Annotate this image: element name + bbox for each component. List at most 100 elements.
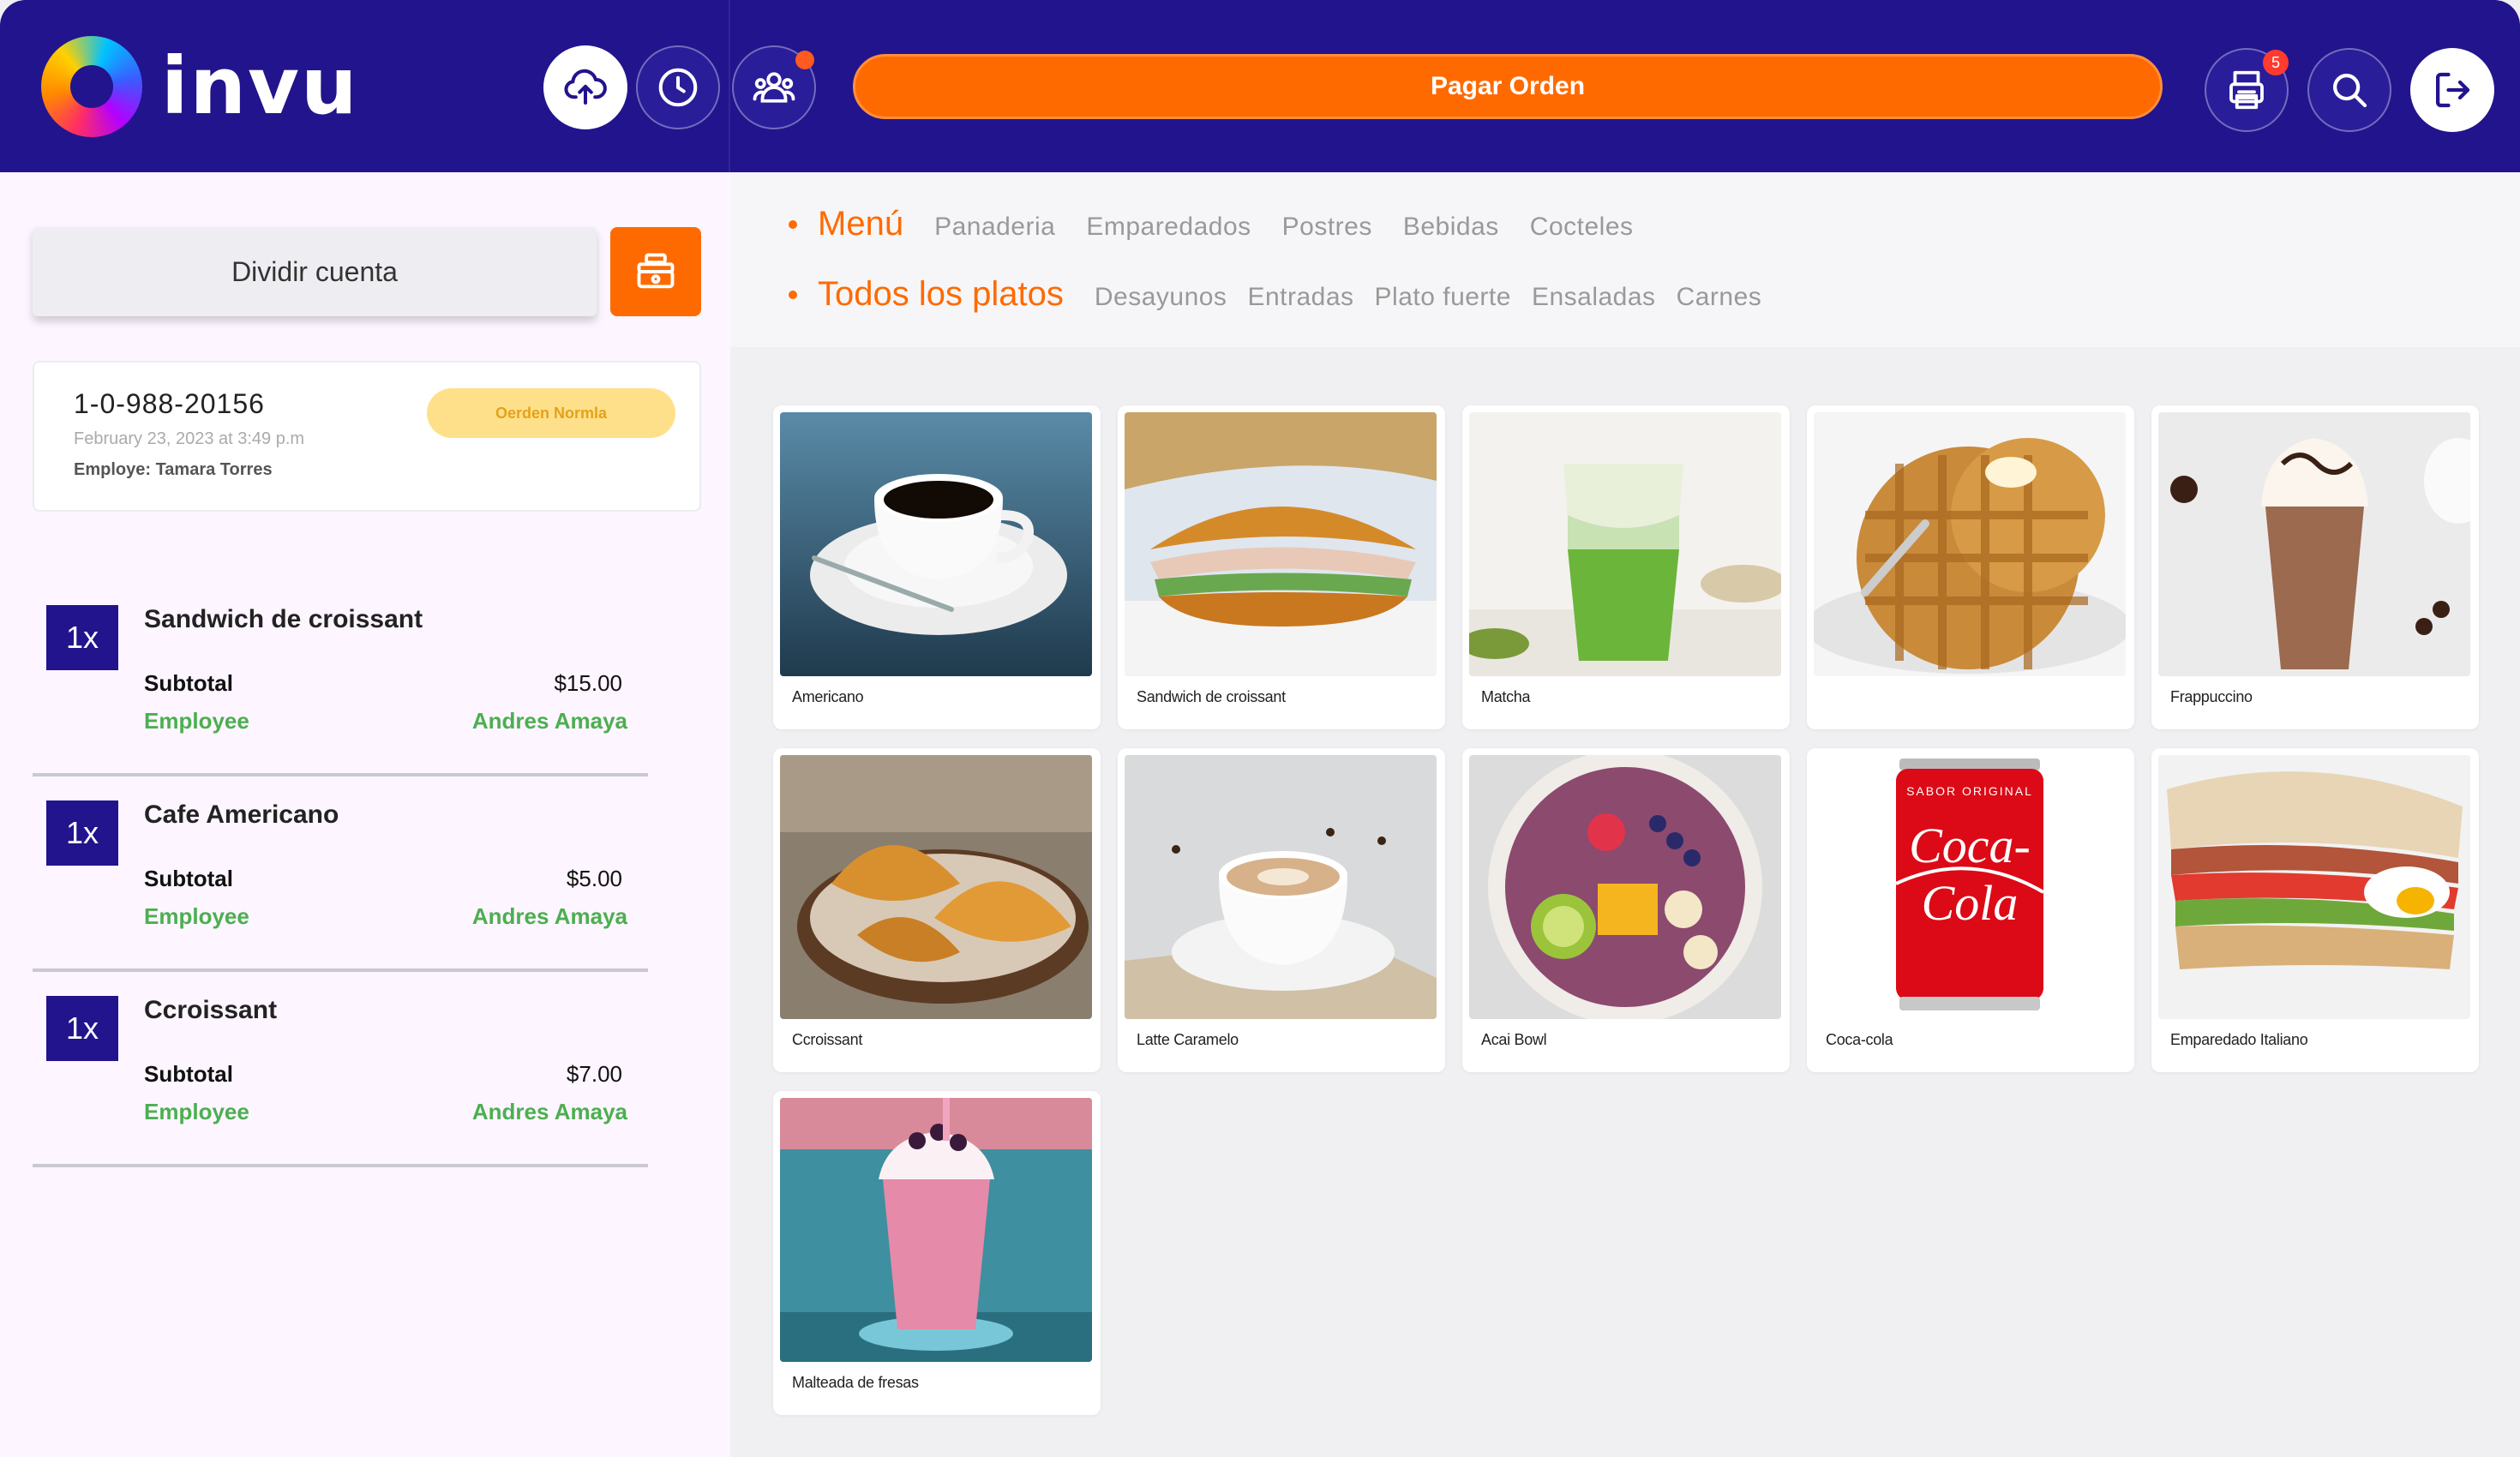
split-bill-button[interactable]: Dividir cuenta	[33, 227, 597, 316]
product-card[interactable]: Ccroissant	[773, 748, 1101, 1072]
tab-menu[interactable]: Menú	[818, 205, 903, 243]
product-card[interactable]: Sandwich de croissant	[1118, 405, 1445, 729]
order-item[interactable]: 1x Cafe Americano Subtotal $5.00 Employe…	[33, 800, 648, 972]
cash-drawer-button[interactable]	[610, 227, 701, 316]
cloud-upload-icon	[564, 69, 607, 105]
item-quantity[interactable]: 1x	[46, 800, 118, 866]
employee-label: Employee	[144, 1099, 249, 1124]
order-date: February 23, 2023 at 3:49 p.m	[74, 429, 305, 448]
invu-logo[interactable]: invu	[41, 36, 359, 137]
product-card[interactable]: Acai Bowl	[1462, 748, 1790, 1072]
employee-label: Employee	[144, 903, 249, 929]
search-button[interactable]	[2307, 48, 2391, 132]
header-divider	[729, 0, 730, 172]
product-label: Coca-cola	[1826, 1031, 1893, 1048]
croissant-image	[780, 755, 1092, 1019]
menu-category-row: Menú Panaderia Emparedados Postres Bebid…	[789, 205, 1665, 243]
italian-sandwich-image	[2158, 755, 2470, 1019]
subtotal-label: Subtotal	[144, 1061, 233, 1087]
order-item[interactable]: 1x Ccroissant Subtotal $7.00 Employee An…	[33, 996, 648, 1167]
product-card[interactable]	[1807, 405, 2134, 729]
employee-value: Andres Amaya	[471, 903, 627, 929]
active-bullet-icon	[789, 219, 797, 229]
product-card[interactable]: Americano	[773, 405, 1101, 729]
subtotal-label: Subtotal	[144, 866, 233, 891]
subtotal-value: $7.00	[566, 1061, 622, 1087]
product-grid: Americano Sandwich de croissant Matcha F…	[730, 347, 2520, 1457]
matcha-drink-image	[1469, 412, 1781, 676]
order-type-badge[interactable]: Oerden Normla	[427, 388, 675, 438]
tab-plato-fuerte[interactable]: Plato fuerte	[1375, 283, 1511, 312]
latte-image	[1125, 755, 1437, 1019]
order-info-card: 1-0-988-20156 February 23, 2023 at 3:49 …	[33, 361, 701, 512]
tab-ensaladas[interactable]: Ensaladas	[1532, 283, 1656, 312]
employee-value: Andres Amaya	[471, 1099, 627, 1124]
active-bullet-icon	[789, 290, 797, 299]
strawberry-shake-image	[780, 1098, 1092, 1362]
product-label: Malteada de fresas	[792, 1374, 919, 1391]
item-quantity[interactable]: 1x	[46, 996, 118, 1061]
product-card[interactable]: Malteada de fresas	[773, 1091, 1101, 1415]
pay-order-button[interactable]: Pagar Orden	[853, 54, 2163, 119]
coffee-cup-image	[780, 412, 1092, 676]
customers-button[interactable]	[732, 45, 816, 129]
employee-value: Andres Amaya	[471, 708, 627, 734]
cash-register-icon	[637, 253, 675, 289]
can-brand-text: Coca-Cola	[1909, 818, 2031, 931]
tab-todos-los-platos[interactable]: Todos los platos	[818, 275, 1064, 314]
category-nav: Menú Panaderia Emparedados Postres Bebid…	[730, 172, 2520, 347]
order-employee: Employe: Tamara Torres	[74, 460, 273, 479]
product-label: Ccroissant	[792, 1031, 863, 1048]
logout-icon	[2435, 72, 2470, 108]
product-label: Frappuccino	[2170, 688, 2253, 705]
tab-panaderia[interactable]: Panaderia	[934, 213, 1055, 242]
search-icon	[2332, 73, 2367, 108]
item-quantity[interactable]: 1x	[46, 605, 118, 670]
employee-label: Employee	[144, 708, 249, 734]
product-card[interactable]: Matcha	[1462, 405, 1790, 729]
history-button[interactable]	[636, 45, 720, 129]
users-icon	[753, 72, 795, 103]
tab-desayunos[interactable]: Desayunos	[1095, 283, 1227, 312]
tab-carnes[interactable]: Carnes	[1677, 283, 1762, 312]
product-card[interactable]: Frappuccino	[2151, 405, 2479, 729]
product-card[interactable]: SABOR ORIGINAL Coca-Cola Coca-cola	[1807, 748, 2134, 1072]
product-label: Sandwich de croissant	[1137, 688, 1286, 705]
item-name: Cafe Americano	[144, 800, 339, 829]
subtotal-label: Subtotal	[144, 670, 233, 696]
cloud-sync-button[interactable]	[543, 45, 627, 129]
subtotal-value: $5.00	[566, 866, 622, 891]
logo-text: invu	[161, 40, 359, 132]
acai-bowl-image	[1469, 755, 1781, 1019]
top-header: invu Pagar Orden 5	[0, 0, 2520, 172]
product-label: Emparedado Italiano	[2170, 1031, 2308, 1048]
orders-button[interactable]: 5	[2205, 48, 2289, 132]
waffle-image	[1814, 412, 2126, 676]
frappuccino-image	[2158, 412, 2470, 676]
croissant-sandwich-image	[1125, 412, 1437, 676]
tab-bebidas[interactable]: Bebidas	[1403, 213, 1499, 242]
tab-postres[interactable]: Postres	[1282, 213, 1372, 242]
product-card[interactable]: Latte Caramelo	[1118, 748, 1445, 1072]
tab-cocteles[interactable]: Cocteles	[1530, 213, 1634, 242]
order-number: 1-0-988-20156	[74, 388, 265, 419]
tab-emparedados[interactable]: Emparedados	[1086, 213, 1251, 242]
item-name: Sandwich de croissant	[144, 605, 423, 633]
order-item[interactable]: 1x Sandwich de croissant Subtotal $15.00…	[33, 605, 648, 776]
printer-icon	[2229, 70, 2264, 110]
product-label: Matcha	[1481, 688, 1531, 705]
product-label: Latte Caramelo	[1137, 1031, 1239, 1048]
clock-icon	[658, 68, 698, 107]
notification-dot	[795, 51, 814, 69]
soda-can-image: SABOR ORIGINAL Coca-Cola	[1814, 755, 2126, 1019]
orders-count-badge: 5	[2263, 50, 2289, 75]
tab-entradas[interactable]: Entradas	[1247, 283, 1353, 312]
item-name: Ccroissant	[144, 996, 278, 1024]
product-label: Americano	[792, 688, 864, 705]
logout-button[interactable]	[2410, 48, 2494, 132]
order-panel: Dividir cuenta 1-0-988-20156 February 23…	[0, 172, 730, 1457]
dish-category-row: Todos los platos Desayunos Entradas Plat…	[789, 275, 1782, 314]
product-label: Acai Bowl	[1481, 1031, 1547, 1048]
product-card[interactable]: Emparedado Italiano	[2151, 748, 2479, 1072]
logo-mark-icon	[41, 36, 142, 137]
